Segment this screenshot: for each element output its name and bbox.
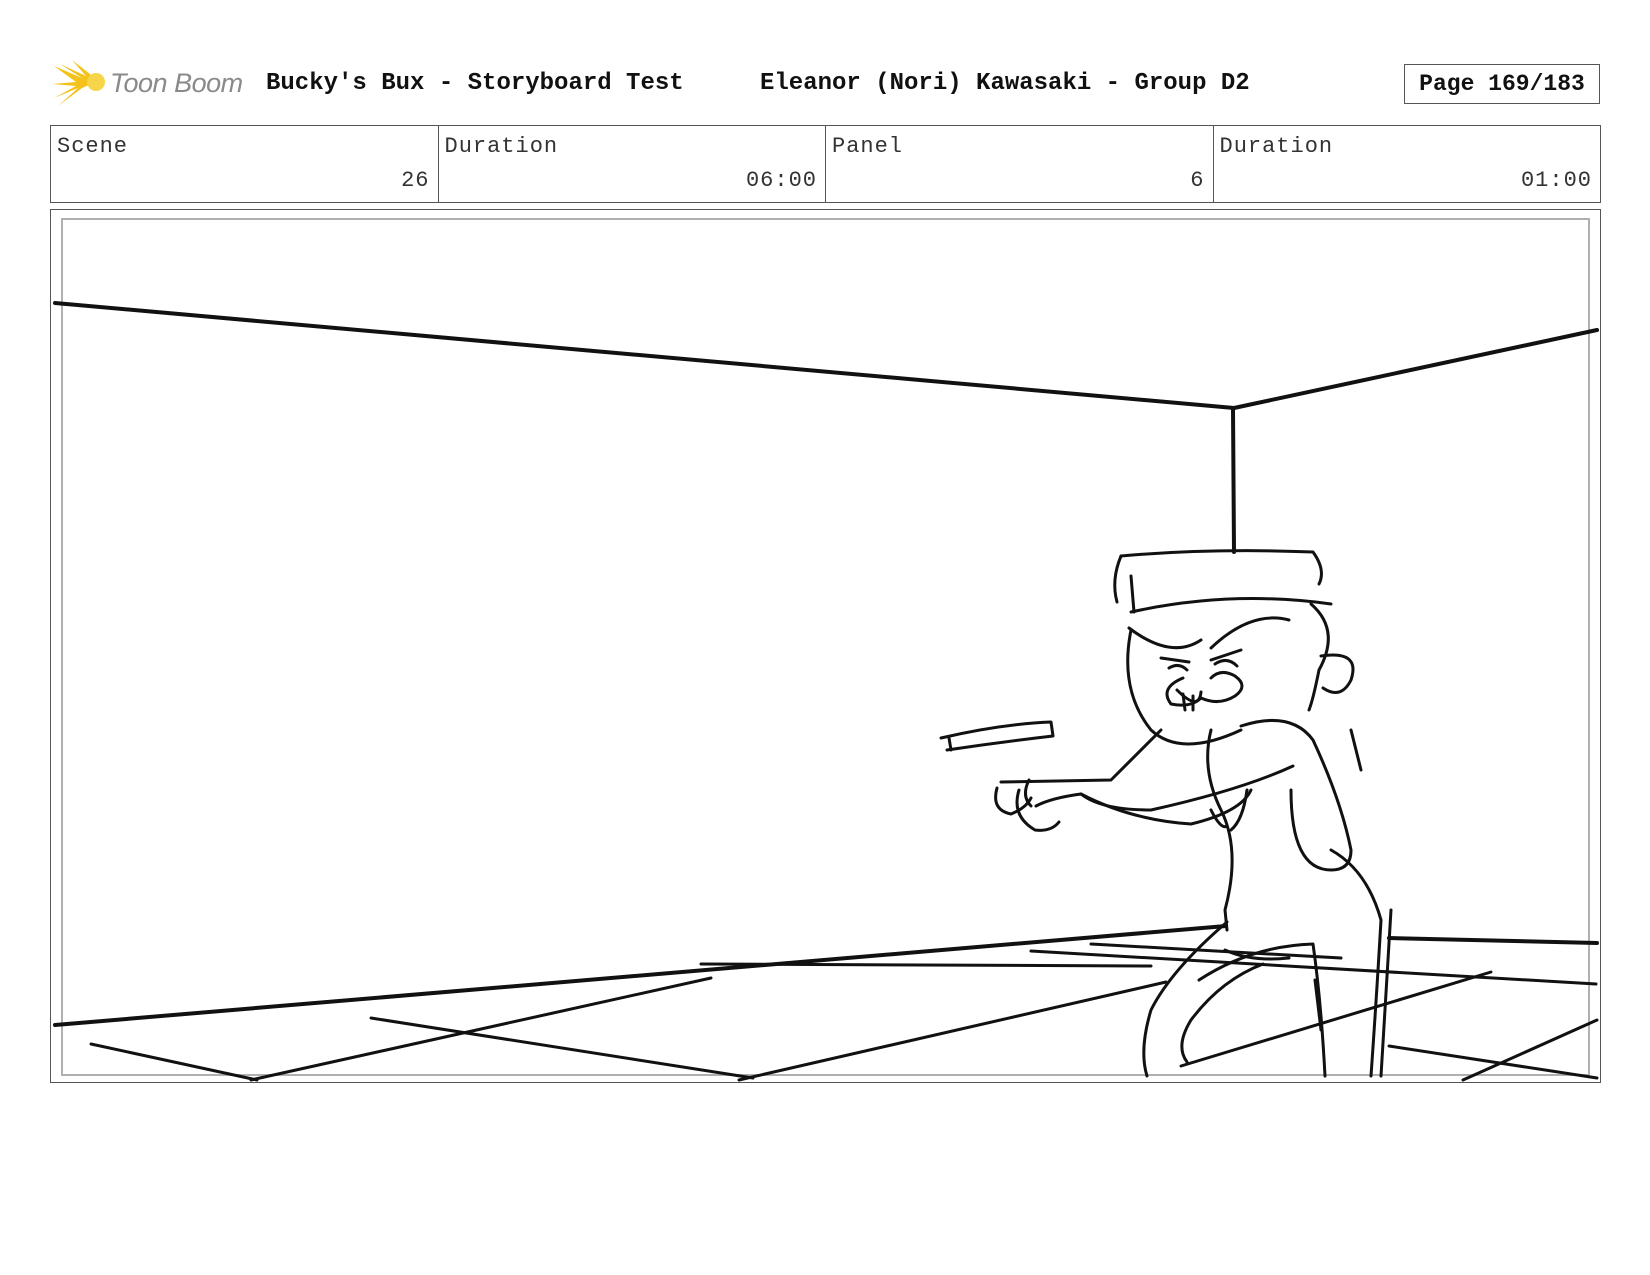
scene-value: 26: [401, 168, 430, 193]
scene-duration-cell: Duration 06:00: [439, 126, 826, 202]
scene-info-table: Scene 26 Duration 06:00 Panel 6 Duration…: [50, 125, 1601, 203]
panel-duration-value: 01:00: [1520, 168, 1592, 193]
panel-sketch: [53, 301, 1599, 1082]
panel-value: 6: [1190, 168, 1205, 193]
scene-label: Scene: [57, 134, 129, 159]
toon-boom-logo: Toon Boom: [52, 58, 252, 110]
scene-duration-value: 06:00: [745, 168, 817, 193]
panel-cell: Panel 6: [826, 126, 1214, 202]
logo-text: Toon Boom: [110, 68, 243, 98]
panel-duration-label: Duration: [1219, 134, 1334, 159]
page-number: Page 169/183: [1404, 64, 1600, 104]
project-title: Bucky's Bux - Storyboard Test: [266, 70, 684, 97]
panel-duration-cell: Duration 01:00: [1214, 126, 1601, 202]
room-lines: [53, 301, 1599, 1027]
storyboard-panel: [50, 209, 1601, 1083]
toon-boom-burst-icon: [52, 60, 105, 106]
artist-title: Eleanor (Nori) Kawasaki - Group D2: [760, 70, 1250, 97]
scene-cell: Scene 26: [51, 126, 439, 202]
scene-duration-label: Duration: [444, 134, 559, 159]
character-sketch: [939, 549, 1393, 1078]
panel-label: Panel: [832, 134, 904, 159]
